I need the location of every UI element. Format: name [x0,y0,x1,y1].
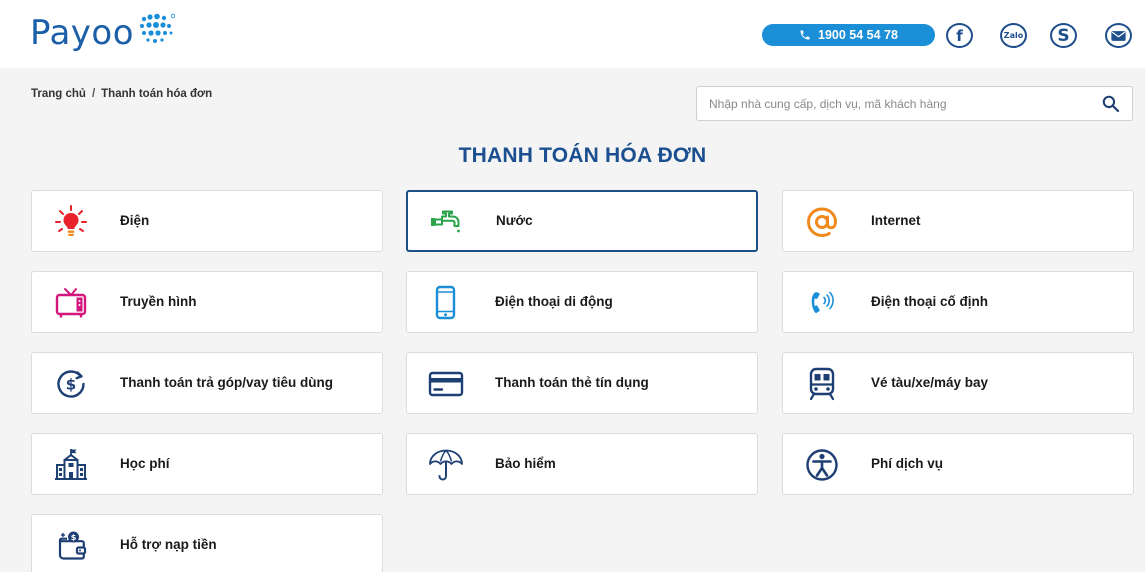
service-label: Điện [120,212,150,228]
skype-icon[interactable]: S [1050,23,1077,48]
envelope-icon [1111,30,1126,41]
service-card-insurance[interactable]: Bảo hiểm [406,433,758,495]
service-label: Thanh toán thẻ tín dụng [495,374,649,390]
breadcrumb-current: Thanh toán hóa đơn [101,88,213,100]
service-card-tuition[interactable]: Học phí [31,433,383,495]
wallet-topup-icon: $ [52,527,90,565]
service-label: Phí dịch vụ [871,455,944,471]
service-label: Truyền hình [120,293,197,309]
facebook-icon[interactable]: f [946,23,973,48]
service-person-icon [803,446,841,484]
hotline-number: 1900 54 54 78 [818,28,898,42]
service-label: Học phí [120,455,170,471]
landline-phone-icon [803,284,841,322]
service-label: Hỗ trợ nạp tiền [120,536,217,552]
hotline-button[interactable]: 1900 54 54 78 [762,24,935,46]
school-icon [52,446,90,484]
header: Payoo 1900 54 54 78 f Zalo S [0,0,1145,68]
credit-card-icon [427,365,465,403]
svg-text:$: $ [66,376,76,394]
zalo-icon[interactable]: Zalo [1000,23,1027,48]
page-title: THANH TOÁN HÓA ĐƠN [458,144,707,167]
breadcrumb-separator: / [91,88,96,100]
service-card-installment[interactable]: $ Thanh toán trả góp/vay tiêu dùng [31,352,383,414]
search-icon[interactable] [1101,94,1120,113]
service-label: Điện thoại cố định [871,293,988,309]
service-card-internet[interactable]: Internet [782,190,1134,252]
service-label: Internet [871,212,921,228]
logo-text: Payoo [30,13,135,53]
service-card-topup[interactable]: $ Hỗ trợ nạp tiền [31,514,383,572]
service-card-credit-card[interactable]: Thanh toán thẻ tín dụng [406,352,758,414]
water-tap-icon [428,204,466,242]
service-label: Vé tàu/xe/máy bay [871,374,989,390]
service-label: Bảo hiểm [495,455,556,471]
service-card-tv[interactable]: Truyền hình [31,271,383,333]
breadcrumb: Trang chủ / Thanh toán hóa đơn [31,88,212,100]
service-card-water[interactable]: Nước [406,190,758,252]
payoo-logo[interactable]: Payoo [30,8,176,58]
mobile-phone-icon [427,284,465,322]
service-card-electricity[interactable]: Điện [31,190,383,252]
service-card-service-fee[interactable]: Phí dịch vụ [782,433,1134,495]
search-input[interactable] [697,87,1087,120]
lightbulb-icon [52,203,90,241]
service-card-mobile[interactable]: Điện thoại di động [406,271,758,333]
tv-icon [52,284,90,322]
email-icon[interactable] [1105,23,1132,48]
service-label: Điện thoại di động [495,293,613,309]
svg-text:$: $ [71,533,77,542]
service-card-landline[interactable]: Điện thoại cố định [782,271,1134,333]
train-icon [803,365,841,403]
phone-icon [800,30,810,40]
at-sign-icon [803,203,841,241]
search-box [696,86,1133,121]
service-label: Thanh toán trả góp/vay tiêu dùng [120,374,334,390]
installment-dollar-icon: $ [52,365,90,403]
breadcrumb-home[interactable]: Trang chủ [31,88,86,100]
service-label: Nước [496,212,533,228]
service-card-tickets[interactable]: Vé tàu/xe/máy bay [782,352,1134,414]
umbrella-icon [427,446,465,484]
logo-dots-icon [140,13,176,43]
